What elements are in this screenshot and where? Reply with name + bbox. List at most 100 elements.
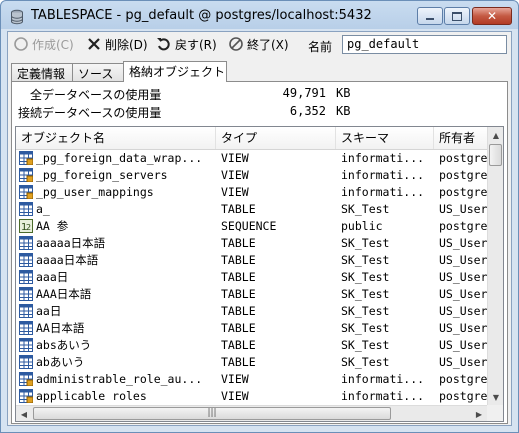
cell-owner: postgres (439, 389, 491, 403)
cell-name: AAA日本語 (36, 287, 92, 301)
view-icon (19, 389, 34, 404)
delete-button[interactable]: 削除(D) (86, 35, 148, 53)
toolbar: 作成(C) 削除(D) 戻す(R) 終了(X) 名前 pg_default (8, 32, 511, 56)
cell-name: aaaa日本語 (36, 253, 99, 267)
table-row[interactable]: applicable roles VIEW informati... postgres (16, 388, 491, 405)
table-row[interactable]: aaaaa日本語 TABLE SK_Test US_User (16, 235, 491, 252)
objects-table: オブジェクト名 タイプ スキーマ 所有者 _pg_foreign_data_wr… (15, 126, 504, 422)
cell-type: TABLE (221, 321, 256, 335)
create-button[interactable]: 作成(C) (13, 35, 74, 53)
view-icon (19, 151, 34, 166)
view-icon (19, 372, 34, 387)
current-usage-label: 接続データベースの使用量 (18, 106, 162, 120)
name-field[interactable]: pg_default (342, 35, 507, 54)
table-row[interactable]: aaaa日本語 TABLE SK_Test US_User (16, 252, 491, 269)
cell-type: TABLE (221, 202, 256, 216)
title-bar[interactable]: TABLESPACE - pg_default @ postgres/local… (1, 1, 518, 31)
cell-type: TABLE (221, 355, 256, 369)
scroll-right-button[interactable]: ▶ (471, 406, 487, 421)
table-row[interactable]: abあいう TABLE SK_Test US_User (16, 354, 491, 371)
cell-name: _pg_user_mappings (36, 185, 154, 199)
cell-type: TABLE (221, 270, 256, 284)
cell-owner: US_User (439, 253, 488, 267)
exit-label: 終了(X) (247, 37, 289, 52)
table-header: オブジェクト名 タイプ スキーマ 所有者 (16, 127, 496, 150)
cell-type: VIEW (221, 151, 249, 165)
tab-stored-objects[interactable]: 格納オブジェクト (123, 61, 227, 82)
column-header-schema[interactable]: スキーマ (336, 127, 434, 149)
scroll-up-button[interactable]: ▲ (488, 127, 503, 143)
table-row[interactable]: _pg_user_mappings VIEW informati... postgre… (16, 184, 491, 201)
column-header-name[interactable]: オブジェクト名 (16, 127, 216, 149)
cell-schema: informati... (341, 372, 425, 386)
cell-owner: US_User (439, 321, 488, 335)
table-row[interactable]: administrable_role_au... VIEW informati...… (16, 371, 491, 388)
create-label: 作成(C) (32, 37, 74, 52)
scroll-down-button[interactable]: ▼ (488, 389, 503, 405)
table-icon (19, 253, 33, 267)
horizontal-scrollbar[interactable]: ◀ ||| ▶ (16, 405, 487, 421)
table-row[interactable]: aaa日 TABLE SK_Test US_User (16, 269, 491, 286)
table-row[interactable]: AA日本語 TABLE SK_Test US_User (16, 320, 491, 337)
cell-name: _pg_foreign_data_wrap... (36, 151, 203, 165)
table-row[interactable]: AAA日本語 TABLE SK_Test US_User (16, 286, 491, 303)
table-row[interactable]: aa日 TABLE SK_Test US_User (16, 303, 491, 320)
cell-name: applicable roles (36, 389, 147, 403)
table-icon (19, 270, 33, 284)
cell-type: TABLE (221, 253, 256, 267)
cell-name: AA 参 (36, 219, 69, 233)
table-row[interactable]: absあいう TABLE SK_Test US_User (16, 337, 491, 354)
cell-schema: SK_Test (341, 321, 390, 335)
cell-owner: US_User (439, 338, 488, 352)
delete-label: 削除(D) (105, 37, 148, 52)
cell-schema: SK_Test (341, 355, 390, 369)
table-body: _pg_foreign_data_wrap... VIEW informati...… (16, 150, 491, 406)
close-button[interactable]: ✕ (472, 7, 512, 25)
create-icon (13, 36, 29, 52)
cell-type: TABLE (221, 287, 256, 301)
table-row[interactable]: a_ TABLE SK_Test US_User (16, 201, 491, 218)
current-usage-row: 接続データベースの使用量 6,352 KB (18, 104, 498, 122)
close-icon: ✕ (486, 9, 498, 23)
cell-name: AA日本語 (36, 321, 85, 335)
total-usage-label: 全データベースの使用量 (30, 88, 162, 102)
column-header-type[interactable]: タイプ (216, 127, 336, 149)
current-usage-value: 6,352 (289, 104, 326, 118)
scrollbar-corner (487, 405, 503, 421)
sequence-icon: 12 (19, 219, 33, 233)
dialog-client-area: 作成(C) 削除(D) 戻す(R) 終了(X) 名前 pg_default 定義… (7, 31, 512, 426)
exit-button[interactable]: 終了(X) (228, 35, 289, 53)
table-icon (19, 236, 33, 250)
table-row[interactable]: 1 2 AA 参 SEQUENCE public postgres (16, 218, 491, 235)
cell-schema: informati... (341, 185, 425, 199)
table-row[interactable]: _pg_foreign_servers VIEW informati... postg… (16, 167, 491, 184)
total-usage-value: 49,791 (282, 86, 326, 100)
back-button[interactable]: 戻す(R) (156, 35, 217, 53)
exit-icon (228, 36, 244, 52)
cell-schema: SK_Test (341, 253, 390, 267)
cell-schema: SK_Test (341, 304, 390, 318)
cell-type: TABLE (221, 338, 256, 352)
cell-schema: informati... (341, 389, 425, 403)
maximize-button[interactable] (444, 7, 470, 25)
current-usage-unit: KB (336, 104, 351, 118)
vertical-scroll-thumb[interactable] (489, 144, 502, 166)
cell-schema: SK_Test (341, 338, 390, 352)
vertical-scrollbar[interactable]: ▲ ▼ (487, 127, 503, 405)
scroll-left-button[interactable]: ◀ (16, 406, 32, 421)
table-row[interactable]: _pg_foreign_data_wrap... VIEW informati...… (16, 150, 491, 167)
cell-name: a_ (36, 202, 50, 216)
window-title: TABLESPACE - pg_default @ postgres/local… (31, 8, 372, 23)
minimize-button[interactable] (417, 7, 443, 25)
cell-type: SEQUENCE (221, 219, 277, 233)
undo-icon (156, 36, 172, 52)
app-window: TABLESPACE - pg_default @ postgres/local… (0, 0, 519, 433)
tab-definition[interactable]: 定義情報 (11, 63, 73, 81)
view-icon (19, 185, 34, 200)
cell-name: abあいう (36, 355, 85, 369)
table-icon (19, 304, 33, 318)
tab-source[interactable]: ソース (72, 63, 124, 81)
cell-schema: SK_Test (341, 236, 390, 250)
cell-type: TABLE (221, 304, 256, 318)
horizontal-scroll-thumb[interactable]: ||| (33, 407, 391, 420)
